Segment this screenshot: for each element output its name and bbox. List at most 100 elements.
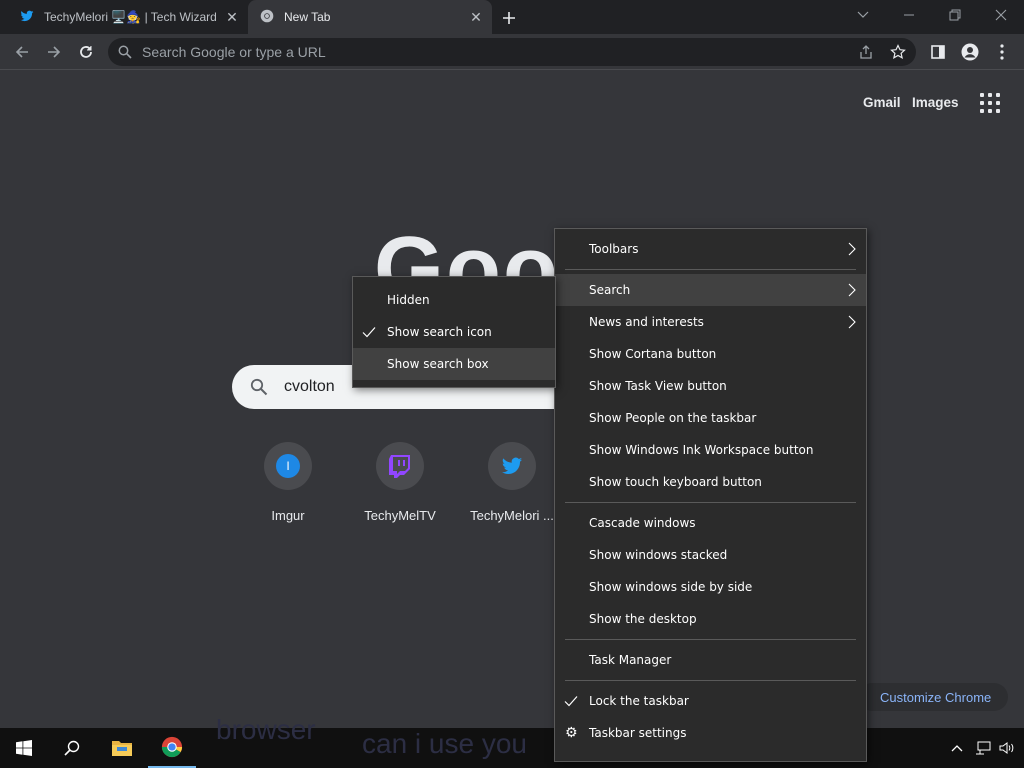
shortcut-label: TechyMelori ...: [470, 508, 554, 523]
tab-twitter[interactable]: TechyMelori 🖥️🧙 | Tech Wizard ✕: [0, 0, 248, 34]
chrome-icon: [260, 9, 274, 26]
taskbar-search-button[interactable]: [48, 728, 96, 768]
forward-button[interactable]: [40, 38, 68, 66]
chrome-menu-button[interactable]: [988, 38, 1016, 66]
submenu-item-hidden[interactable]: Hidden: [353, 284, 555, 316]
search-query: cvolton: [284, 378, 335, 395]
taskbar-context-menu: Toolbars Search News and interests Show …: [554, 228, 867, 762]
menu-item-cascade-windows[interactable]: Cascade windows: [555, 507, 866, 539]
omnibox-placeholder: Search Google or type a URL: [142, 44, 326, 60]
twitch-icon: [389, 455, 410, 478]
submenu-item-show-search-icon[interactable]: Show search icon: [353, 316, 555, 348]
menu-item-lock-taskbar[interactable]: Lock the taskbar: [555, 685, 866, 717]
search-icon: [64, 740, 80, 756]
twitter-bird-icon: [20, 9, 34, 26]
images-link[interactable]: Images: [912, 95, 959, 110]
menu-item-show-cortana[interactable]: Show Cortana button: [555, 338, 866, 370]
minimize-button[interactable]: [886, 0, 932, 30]
menu-item-news-and-interests[interactable]: News and interests: [555, 306, 866, 338]
folder-icon: [112, 741, 132, 756]
menu-item-show-ink-workspace[interactable]: Show Windows Ink Workspace button: [555, 434, 866, 466]
omnibox[interactable]: Search Google or type a URL: [108, 38, 916, 66]
tab-close-icon[interactable]: ✕: [468, 9, 484, 25]
tab-new-tab[interactable]: New Tab ✕: [248, 0, 492, 34]
tab-title: TechyMelori 🖥️🧙 | Tech Wizard: [44, 10, 217, 24]
close-window-button[interactable]: [978, 0, 1024, 30]
menu-item-show-desktop[interactable]: Show the desktop: [555, 603, 866, 635]
menu-item-windows-stacked[interactable]: Show windows stacked: [555, 539, 866, 571]
customize-chrome-button[interactable]: Customize Chrome: [858, 683, 1008, 711]
chrome-icon: [161, 736, 183, 758]
back-button[interactable]: [8, 38, 36, 66]
search-icon: [250, 378, 268, 396]
side-panel-button[interactable]: [924, 38, 952, 66]
menu-item-toolbars[interactable]: Toolbars: [555, 233, 866, 265]
checkmark-icon: [362, 327, 376, 338]
chrome-taskbar-button[interactable]: [148, 728, 196, 768]
bookmark-button[interactable]: [884, 38, 912, 66]
reload-icon: [80, 46, 92, 58]
shortcut-techymeltv[interactable]: TechyMelTV: [350, 442, 450, 523]
profile-button[interactable]: [956, 38, 984, 66]
menu-separator: [565, 639, 856, 640]
menu-item-show-people[interactable]: Show People on the taskbar: [555, 402, 866, 434]
twitter-bird-icon: [501, 457, 523, 474]
background-text: can i use you: [362, 728, 527, 759]
shortcut-label: TechyMelTV: [364, 508, 436, 523]
gmail-link[interactable]: Gmail: [863, 95, 901, 110]
menu-item-task-manager[interactable]: Task Manager: [555, 644, 866, 676]
menu-separator: [565, 269, 856, 270]
menu-separator: [565, 502, 856, 503]
browser-toolbar: Search Google or type a URL: [0, 34, 1024, 70]
profile-icon: [961, 43, 979, 61]
tab-strip: TechyMelori 🖥️🧙 | Tech Wizard ✕ New Tab …: [0, 0, 1024, 34]
speaker-icon: [999, 742, 1014, 754]
chevron-down-icon: [857, 11, 869, 18]
plus-icon: [503, 12, 515, 24]
share-icon: [860, 45, 872, 59]
checkmark-icon: [564, 696, 578, 707]
shortcut-techymelori[interactable]: TechyMelori ...: [462, 442, 562, 523]
menu-item-show-task-view[interactable]: Show Task View button: [555, 370, 866, 402]
arrow-left-icon: [15, 46, 28, 58]
minimize-icon: [904, 14, 914, 16]
gear-icon: ⚙: [565, 725, 578, 741]
shortcut-imgur[interactable]: I Imgur: [238, 442, 338, 523]
more-vert-icon: [1000, 44, 1004, 60]
background-text: browser: [216, 714, 316, 745]
chevron-right-icon: [848, 283, 856, 297]
menu-item-windows-side-by-side[interactable]: Show windows side by side: [555, 571, 866, 603]
file-explorer-button[interactable]: [98, 728, 146, 768]
arrow-right-icon: [48, 46, 61, 58]
submenu-item-show-search-box[interactable]: Show search box: [353, 348, 555, 380]
search-submenu: Hidden Show search icon Show search box: [352, 276, 556, 388]
tab-close-icon[interactable]: ✕: [224, 9, 240, 25]
menu-item-show-touch-keyboard[interactable]: Show touch keyboard button: [555, 466, 866, 498]
close-icon: [995, 9, 1007, 21]
network-icon: [976, 741, 991, 755]
new-tab-button[interactable]: [498, 7, 520, 29]
imgur-icon: I: [276, 454, 300, 478]
search-icon: [118, 45, 132, 59]
restore-icon: [949, 9, 961, 21]
customize-chrome-label: Customize Chrome: [880, 689, 992, 705]
chevron-up-icon: [951, 745, 963, 752]
show-hidden-icons-button[interactable]: [940, 728, 974, 768]
windows-taskbar[interactable]: browser can i use you: [0, 714, 1024, 768]
google-apps-icon[interactable]: [980, 93, 1000, 113]
chevron-right-icon: [848, 315, 856, 329]
windows-logo-icon: [16, 740, 32, 756]
menu-item-taskbar-settings[interactable]: ⚙ Taskbar settings: [555, 717, 866, 749]
menu-separator: [565, 680, 856, 681]
menu-item-search[interactable]: Search: [555, 274, 866, 306]
volume-button[interactable]: [994, 728, 1020, 768]
chevron-right-icon: [848, 242, 856, 256]
tab-title: New Tab: [284, 10, 331, 24]
start-button[interactable]: [0, 728, 48, 768]
share-button[interactable]: [852, 38, 880, 66]
tab-search-button[interactable]: [840, 0, 886, 30]
star-icon: [890, 44, 906, 59]
restore-button[interactable]: [932, 0, 978, 30]
network-button[interactable]: [970, 728, 996, 768]
reload-button[interactable]: [72, 38, 100, 66]
